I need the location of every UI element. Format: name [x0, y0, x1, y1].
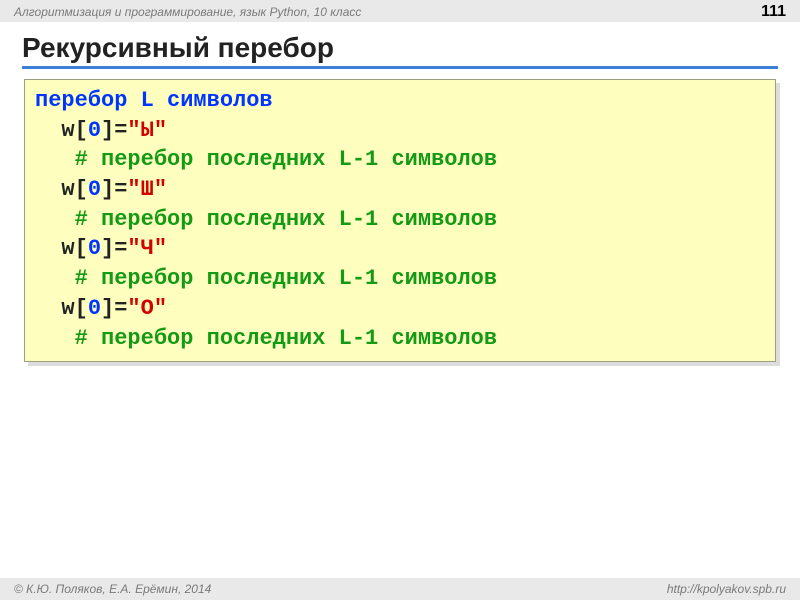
code-token-eq: ]=	[101, 118, 127, 143]
code-comment: # перебор последних L-1 символов	[75, 207, 497, 232]
code-token-eq: ]=	[101, 236, 127, 261]
code-token-index: 0	[88, 118, 101, 143]
code-line: перебор L символов	[35, 88, 273, 113]
code-token-letter: "Ч"	[127, 236, 167, 261]
code-token-letter: "Ы"	[127, 118, 167, 143]
code-token-index: 0	[88, 177, 101, 202]
footer-bar: © К.Ю. Поляков, Е.А. Ерёмин, 2014 http:/…	[0, 578, 800, 600]
code-token-w: w[	[61, 296, 87, 321]
page-number: 111	[761, 3, 786, 21]
code-token-eq: ]=	[101, 177, 127, 202]
footer-copyright: © К.Ю. Поляков, Е.А. Ерёмин, 2014	[14, 582, 211, 596]
header-bar: Алгоритмизация и программирование, язык …	[0, 0, 800, 22]
code-token-index: 0	[88, 296, 101, 321]
code-block: перебор L символов w[0]="Ы" # перебор по…	[24, 79, 776, 362]
footer-url: http://kpolyakov.spb.ru	[667, 582, 786, 596]
code-comment: # перебор последних L-1 символов	[75, 326, 497, 351]
slide-title: Рекурсивный перебор	[22, 32, 778, 69]
slide: Алгоритмизация и программирование, язык …	[0, 0, 800, 600]
code-comment: # перебор последних L-1 символов	[75, 147, 497, 172]
code-token-w: w[	[61, 236, 87, 261]
code-token-w: w[	[61, 118, 87, 143]
code-token-w: w[	[61, 177, 87, 202]
code-token-eq: ]=	[101, 296, 127, 321]
code-token-index: 0	[88, 236, 101, 261]
code-comment: # перебор последних L-1 символов	[75, 266, 497, 291]
code-token-letter: "Ш"	[127, 177, 167, 202]
code-token-letter: "О"	[127, 296, 167, 321]
header-subject: Алгоритмизация и программирование, язык …	[14, 5, 361, 19]
